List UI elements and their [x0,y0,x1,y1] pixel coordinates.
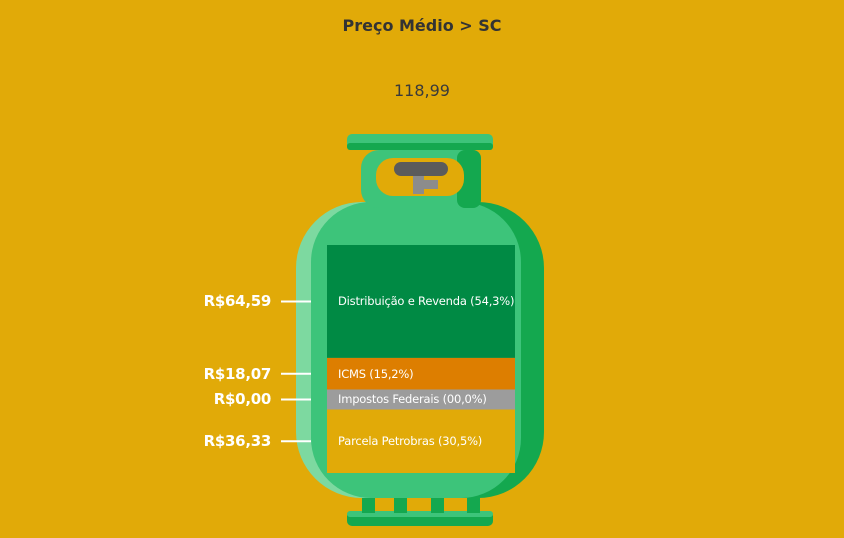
segment-label: Impostos Federais (00,0%) [338,392,487,407]
value-label: R$64,59 [203,292,272,311]
cylinder-handle-top-shade [347,143,493,150]
segment-label: Distribuição e Revenda (54,3%) [338,294,515,309]
value-label: R$0,00 [213,390,272,409]
value-label: R$36,33 [203,432,272,451]
gas-cylinder-icon [281,134,544,526]
value-label: R$18,07 [203,364,272,383]
segment-label: Parcela Petrobras (30,5%) [338,434,483,449]
segment-label: ICMS (15,2%) [338,366,414,381]
